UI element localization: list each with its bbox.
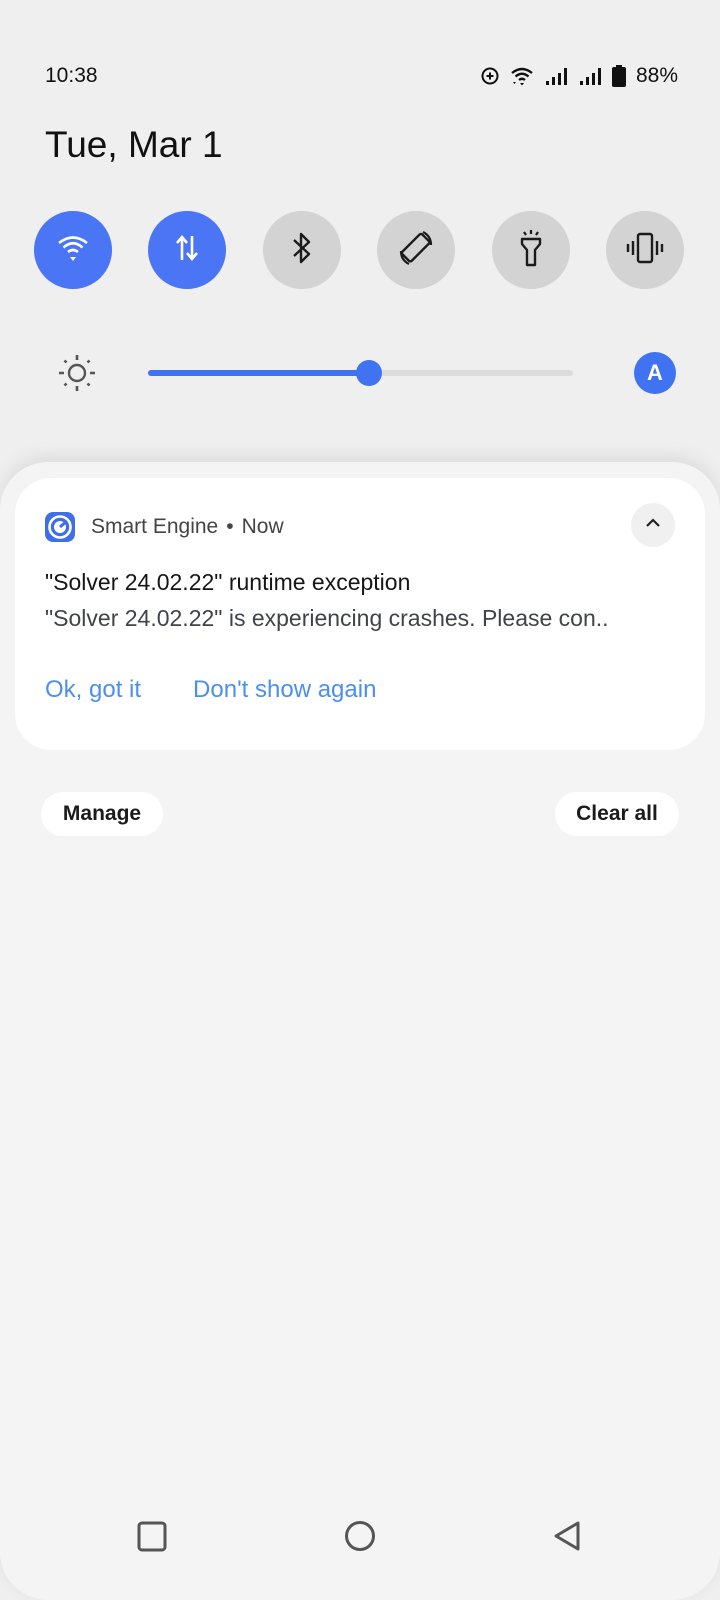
notification-time: Now — [241, 515, 284, 538]
quick-settings-tiles — [34, 211, 684, 289]
brightness-slider[interactable] — [148, 360, 573, 386]
tile-vibrate[interactable] — [605, 211, 684, 289]
tile-bluetooth[interactable] — [262, 211, 341, 289]
dont-show-again-button[interactable]: Don't show again — [193, 676, 376, 704]
brightness-icon — [56, 352, 98, 399]
tile-flashlight[interactable] — [491, 211, 570, 289]
flashlight-icon — [517, 229, 545, 272]
ok-got-it-button[interactable]: Ok, got it — [45, 676, 141, 704]
notification-card[interactable]: Smart Engine • Now "Solver 24.02.22" run… — [15, 478, 705, 750]
back-icon — [554, 1521, 580, 1551]
auto-brightness-button[interactable]: A — [634, 352, 676, 394]
chevron-up-icon — [644, 516, 662, 534]
tile-mobile-data[interactable] — [148, 211, 227, 289]
recents-button[interactable] — [137, 1520, 167, 1557]
home-icon — [345, 1521, 375, 1551]
notification-header: Smart Engine • Now — [45, 512, 284, 542]
manage-button[interactable]: Manage — [41, 792, 163, 836]
data-transfer-icon — [174, 232, 200, 269]
smart-engine-app-icon — [45, 512, 75, 542]
separator-dot: • — [226, 515, 234, 538]
brightness-control: A — [56, 350, 676, 394]
clear-all-button[interactable]: Clear all — [555, 792, 679, 836]
signal-icon-2 — [578, 66, 602, 86]
navigation-bar — [0, 1480, 720, 1600]
rotate-icon — [396, 228, 436, 273]
signal-icon-1 — [544, 66, 568, 86]
alarm-add-icon — [480, 66, 500, 86]
battery-percent: 88% — [635, 64, 678, 87]
recents-icon — [137, 1521, 167, 1552]
bluetooth-icon — [290, 230, 314, 271]
notification-body: "Solver 24.02.22" is experiencing crashe… — [45, 605, 609, 631]
brightness-slider-fill — [148, 370, 369, 376]
collapse-button[interactable] — [631, 503, 675, 547]
date-label: Tue, Mar 1 — [45, 124, 223, 165]
app-name: Smart Engine — [91, 515, 219, 538]
status-bar: 10:38 88% — [0, 0, 720, 110]
back-button[interactable] — [552, 1520, 582, 1557]
wifi-icon — [56, 233, 90, 268]
tile-wifi[interactable] — [34, 211, 112, 289]
clock: 10:38 — [45, 64, 98, 87]
brightness-slider-thumb[interactable] — [356, 360, 382, 386]
battery-icon — [611, 65, 626, 87]
tile-auto-rotate[interactable] — [377, 211, 456, 289]
home-button[interactable] — [344, 1520, 376, 1557]
notification-title: "Solver 24.02.22" runtime exception — [45, 569, 411, 595]
vibrate-icon — [625, 231, 665, 270]
notification-actions: Ok, got it Don't show again — [45, 676, 376, 704]
status-icons: 88% — [480, 64, 678, 88]
wifi-icon — [510, 66, 534, 86]
